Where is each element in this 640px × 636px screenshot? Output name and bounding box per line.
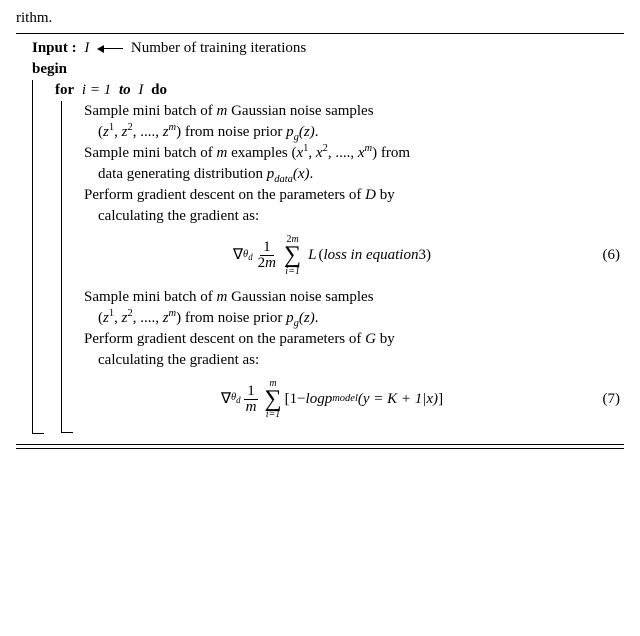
sum-icon: 2m ∑ i=1 xyxy=(284,235,301,277)
text: , ...., xyxy=(133,124,163,140)
sup: m xyxy=(169,122,177,133)
text: , ...., xyxy=(133,310,163,326)
text: Gaussian noise samples xyxy=(227,289,373,305)
var-m: m xyxy=(216,289,227,305)
begin-line: begin xyxy=(16,59,624,80)
sum-lower: i=1 xyxy=(266,410,281,420)
text: ) from xyxy=(372,145,410,161)
var-L: L xyxy=(304,245,318,266)
text: examples ( xyxy=(227,145,296,161)
text: Perform gradient descent on the paramete… xyxy=(84,331,365,347)
text: . xyxy=(315,124,319,140)
equation-number: (6) xyxy=(580,245,624,266)
text: by xyxy=(376,331,395,347)
sub: data xyxy=(274,174,293,185)
for-var: i = 1 xyxy=(78,82,115,98)
var: x xyxy=(316,145,323,161)
for-line: for i = 1 to I do xyxy=(55,80,624,101)
text: from noise prior xyxy=(181,310,286,326)
left-arrow-icon xyxy=(97,45,123,53)
text: ] xyxy=(438,389,443,410)
text: ) xyxy=(426,245,431,266)
step-sample-data: Sample mini batch of m examples (x1, x2,… xyxy=(84,143,624,185)
text: loss in equation xyxy=(323,245,418,266)
numerator: 1 xyxy=(244,384,258,400)
text: , xyxy=(114,310,122,326)
var: (x) xyxy=(293,166,310,182)
var: (z) xyxy=(299,124,315,140)
var-D: D xyxy=(365,187,376,203)
sub: d xyxy=(248,252,252,262)
text: , xyxy=(114,124,122,140)
fraction: 1 2m xyxy=(255,240,279,271)
rule-bottom-2 xyxy=(16,448,624,449)
algorithm-block: Input : I Number of training iterations … xyxy=(16,34,624,438)
numerator: 1 xyxy=(260,240,274,256)
begin-body: for i = 1 to I do Sample mini batch of m… xyxy=(32,80,624,433)
sum-icon: m ∑ i=1 xyxy=(264,379,281,421)
text: Sample mini batch of xyxy=(84,103,216,119)
denominator: m xyxy=(243,400,260,415)
text: − xyxy=(297,389,305,410)
for-body: Sample mini batch of m Gaussian noise sa… xyxy=(55,101,624,432)
to-keyword: to xyxy=(119,82,131,98)
text: , ...., xyxy=(328,145,358,161)
var-m: m xyxy=(216,103,227,119)
text: calculating the gradient as: xyxy=(98,352,259,368)
rule-bottom-1 xyxy=(16,444,624,445)
equation-6: ∇θd 1 2m 2m ∑ i=1 L xyxy=(84,227,624,287)
step-sample-noise-1: Sample mini batch of m Gaussian noise sa… xyxy=(84,101,624,143)
text: . xyxy=(310,166,314,182)
begin-close-tick xyxy=(32,433,44,434)
ref: 3 xyxy=(418,245,426,266)
text: 1 xyxy=(290,389,298,410)
fraction: 1 m xyxy=(243,384,260,415)
var: p xyxy=(286,310,294,326)
input-desc: Number of training iterations xyxy=(131,40,306,56)
sub: d xyxy=(236,395,240,405)
text: from noise prior xyxy=(181,124,286,140)
log: log xyxy=(306,389,325,410)
equation-number: (7) xyxy=(580,389,624,410)
do-keyword: do xyxy=(151,82,167,98)
text: Sample mini batch of xyxy=(84,145,216,161)
sup: m xyxy=(169,308,177,319)
text: . xyxy=(315,310,319,326)
step-sample-noise-2: Sample mini batch of m Gaussian noise sa… xyxy=(84,287,624,329)
step-grad-G: Perform gradient descent on the paramete… xyxy=(84,329,624,371)
for-close-tick xyxy=(61,432,73,433)
input-keyword: Input : xyxy=(32,40,77,56)
text: Perform gradient descent on the paramete… xyxy=(84,187,365,203)
for-end: I xyxy=(134,82,147,98)
var-G: G xyxy=(365,331,376,347)
input-line: Input : I Number of training iterations xyxy=(16,38,624,59)
caption-fragment: rithm. xyxy=(16,8,624,29)
var-p: p xyxy=(325,389,333,410)
step-grad-D: Perform gradient descent on the paramete… xyxy=(84,185,624,227)
begin-keyword: begin xyxy=(32,61,67,77)
text: data generating distribution xyxy=(98,166,267,182)
text: by xyxy=(376,187,395,203)
var: (z) xyxy=(299,310,315,326)
den-part: m xyxy=(265,255,276,271)
sum-lower: i=1 xyxy=(285,267,300,277)
var-m: m xyxy=(216,145,227,161)
sup: m xyxy=(364,143,372,154)
text: calculating the gradient as: xyxy=(98,208,259,224)
text: Sample mini batch of xyxy=(84,289,216,305)
paren: (y = K + 1|x) xyxy=(358,389,438,410)
text: , xyxy=(308,145,316,161)
for-keyword: for xyxy=(55,82,74,98)
nabla-icon: ∇ xyxy=(221,389,231,410)
input-var: I xyxy=(80,40,89,56)
equation-7: ∇θd 1 m m ∑ i=1 [1 − log p xyxy=(84,371,624,431)
nabla-icon: ∇ xyxy=(233,245,243,266)
var: p xyxy=(286,124,294,140)
text: Gaussian noise samples xyxy=(227,103,373,119)
